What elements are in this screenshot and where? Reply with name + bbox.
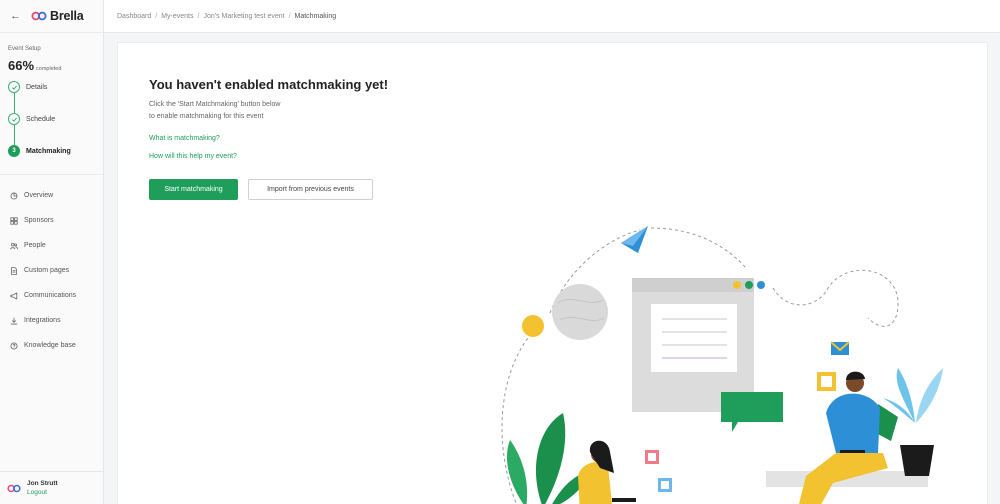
- step-schedule[interactable]: Schedule: [8, 113, 55, 125]
- breadcrumb-separator: /: [197, 12, 200, 20]
- breadcrumb-current: Matchmaking: [294, 12, 337, 20]
- step-connector: [14, 125, 15, 145]
- step-details[interactable]: Details: [8, 81, 47, 93]
- sidebar-item-label: Custom pages: [24, 267, 70, 274]
- people-icon: [10, 242, 18, 250]
- breadcrumb-separator: /: [155, 12, 158, 20]
- download-icon: [10, 317, 18, 325]
- sidebar-item-communications[interactable]: Communications: [0, 283, 103, 308]
- step-label: Details: [26, 83, 48, 91]
- event-setup-label: Event Setup: [8, 46, 41, 52]
- megaphone-icon: [10, 292, 18, 300]
- sidebar-item-knowledge-base[interactable]: Knowledge base: [0, 333, 103, 358]
- grid-icon: [10, 216, 18, 225]
- page-icon: [10, 266, 18, 275]
- breadcrumb: Dashboard / My-events / Jon's Marketing …: [104, 0, 1000, 33]
- brand-name: Brella: [50, 9, 84, 23]
- sidebar: ← Brella Event Setup 66% completed Detai…: [0, 0, 104, 504]
- progress-suffix: completed: [36, 66, 62, 72]
- breadcrumb-event[interactable]: Jon's Marketing test event: [203, 13, 284, 20]
- breadcrumb-separator: /: [288, 12, 291, 20]
- sidebar-item-label: Overview: [24, 192, 54, 199]
- step-matchmaking[interactable]: 3 Matchmaking: [8, 145, 71, 157]
- brand-header: ← Brella: [0, 0, 103, 33]
- step-label: Schedule: [26, 115, 56, 123]
- import-previous-events-button[interactable]: Import from previous events: [248, 179, 373, 200]
- setup-progress: 66% completed: [8, 58, 95, 73]
- sidebar-item-label: Knowledge base: [24, 342, 76, 349]
- help-icon: [10, 341, 18, 350]
- progress-value: 66%: [8, 58, 35, 73]
- matchmaking-card: You haven't enabled matchmaking yet! Cli…: [117, 42, 988, 504]
- check-icon: [8, 81, 20, 93]
- sidebar-item-label: People: [24, 242, 46, 249]
- sidebar-item-label: Sponsors: [24, 217, 54, 224]
- breadcrumb-dashboard[interactable]: Dashboard: [117, 13, 151, 20]
- sidebar-item-overview[interactable]: Overview: [0, 183, 103, 208]
- step-number: 3: [8, 145, 20, 157]
- brella-logo-icon: [31, 11, 47, 21]
- description-line: to enable matchmaking for this event: [149, 112, 264, 120]
- back-arrow-icon[interactable]: ←: [10, 10, 21, 22]
- brella-logo-icon: [7, 484, 21, 492]
- sidebar-item-integrations[interactable]: Integrations: [0, 308, 103, 333]
- start-matchmaking-button[interactable]: Start matchmaking: [149, 179, 238, 200]
- user-panel: Jon Strutt Logout: [0, 471, 104, 504]
- pie-chart-icon: [10, 192, 18, 200]
- description-line: Click the 'Start Matchmaking' button bel…: [149, 101, 281, 108]
- sidebar-item-custom-pages[interactable]: Custom pages: [0, 258, 103, 283]
- paper-plane-icon: [621, 226, 648, 253]
- sidebar-item-sponsors[interactable]: Sponsors: [0, 208, 103, 233]
- page-title: You haven't enabled matchmaking yet!: [149, 77, 389, 92]
- matchmaking-illustration: [501, 226, 943, 504]
- breadcrumb-my-events[interactable]: My-events: [161, 13, 193, 20]
- event-setup-section: Event Setup 66% completed Details Schedu…: [0, 33, 103, 169]
- sidebar-item-label: Communications: [24, 292, 77, 299]
- sidebar-item-label: Integrations: [24, 317, 61, 324]
- description: Click the 'Start Matchmaking' button bel…: [149, 99, 280, 122]
- check-icon: [8, 113, 20, 125]
- step-connector: [14, 93, 15, 113]
- how-will-this-help-link[interactable]: How will this help my event?: [149, 153, 237, 160]
- logout-link[interactable]: Logout: [27, 489, 58, 496]
- setup-steps: Details Schedule 3 Matchmaking: [8, 81, 95, 169]
- what-is-matchmaking-link[interactable]: What is matchmaking?: [149, 135, 220, 142]
- sidebar-nav: Overview Sponsors People Custom pages Co…: [0, 174, 103, 358]
- user-name: Jon Strutt: [27, 480, 58, 487]
- sidebar-item-people[interactable]: People: [0, 233, 103, 258]
- step-label: Matchmaking: [26, 147, 71, 155]
